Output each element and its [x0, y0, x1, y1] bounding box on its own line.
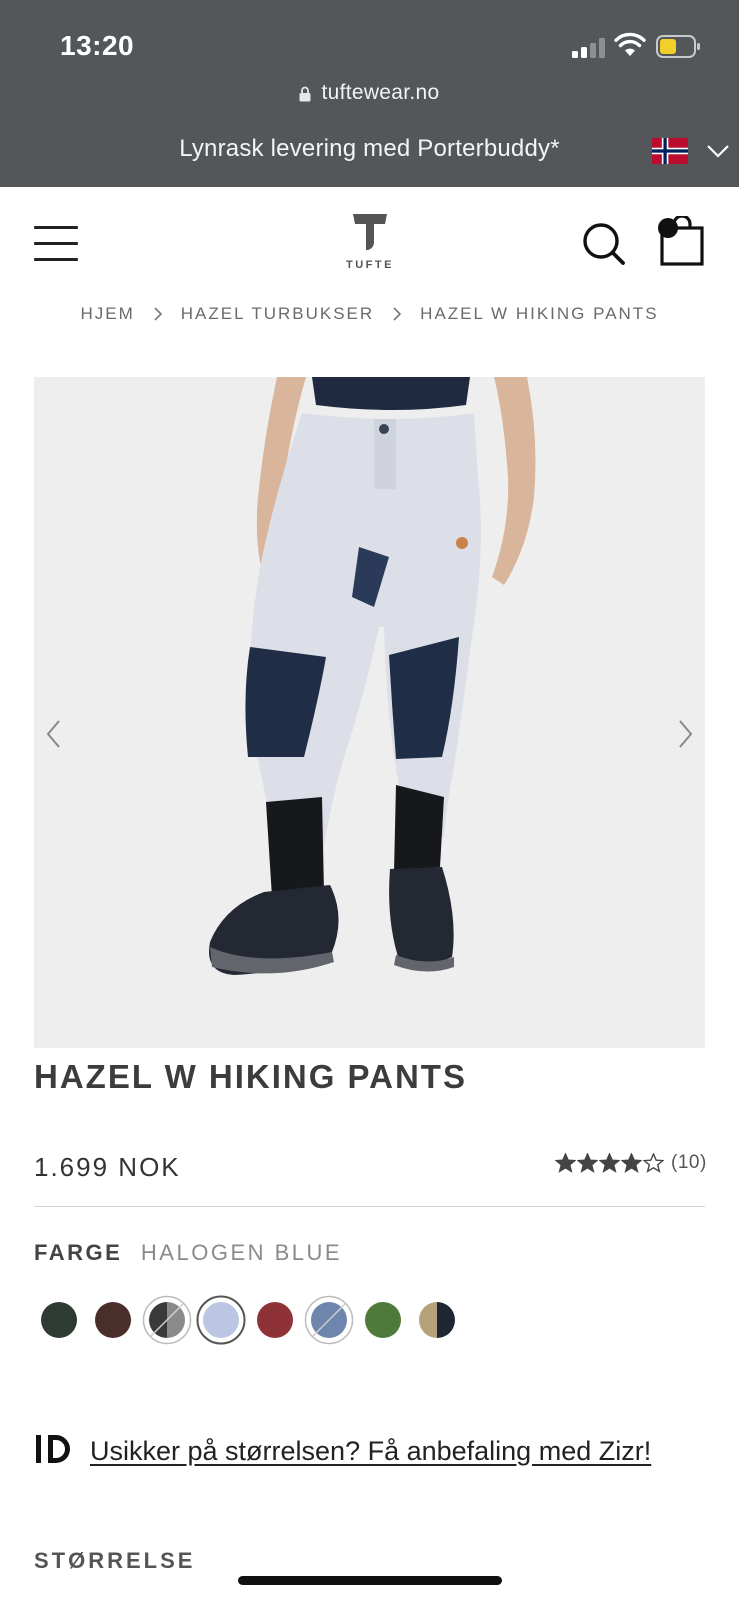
color-swatch[interactable]: [142, 1295, 192, 1345]
color-selector-label: FARGE HALOGEN BLUE: [34, 1240, 342, 1266]
logo-text: TUFTE: [346, 259, 394, 271]
gallery-next-arrow-icon[interactable]: [675, 718, 695, 750]
product-image-gallery[interactable]: [34, 377, 705, 1048]
color-swatch[interactable]: [88, 1295, 138, 1345]
product-rating[interactable]: (10): [555, 1152, 707, 1174]
home-indicator: [238, 1576, 502, 1585]
breadcrumb: HJEM HAZEL TURBUKSER HAZEL W HIKING PANT…: [0, 304, 739, 324]
zizr-logo-icon: [36, 1435, 70, 1463]
chevron-down-icon[interactable]: [706, 143, 730, 159]
tufte-logo[interactable]: TUFTE: [340, 212, 400, 276]
lock-icon: [299, 86, 311, 102]
star-filled-icon: [599, 1153, 620, 1173]
chevron-right-icon: [393, 307, 402, 321]
gallery-prev-arrow-icon[interactable]: [44, 718, 64, 750]
product-image: [209, 377, 536, 975]
hamburger-menu-icon[interactable]: [34, 226, 78, 262]
breadcrumb-current[interactable]: HAZEL W HIKING PANTS: [420, 304, 658, 324]
size-label: STØRRELSE: [34, 1548, 196, 1573]
star-filled-icon: [621, 1153, 642, 1173]
breadcrumb-home[interactable]: HJEM: [80, 304, 134, 324]
color-swatches: [34, 1295, 474, 1345]
product-brand: HAZEL: [34, 1058, 154, 1095]
browser-chrome: 13:20 tuftewear.no Lynrask levering med …: [0, 0, 739, 187]
norway-flag-icon[interactable]: [652, 137, 688, 165]
product-title: HAZEL W HIKING PANTS: [34, 1058, 467, 1096]
battery-icon: [656, 35, 700, 58]
color-swatch[interactable]: [250, 1295, 300, 1345]
star-empty-icon: [643, 1153, 664, 1173]
wifi-icon: [614, 32, 646, 56]
shopping-bag-icon[interactable]: [652, 216, 704, 266]
url-text: tuftewear.no: [321, 81, 440, 104]
status-time: 13:20: [60, 30, 135, 61]
breadcrumb-category[interactable]: HAZEL TURBUKSER: [181, 304, 374, 324]
divider: [34, 1206, 705, 1207]
color-selected-value: HALOGEN BLUE: [140, 1240, 343, 1265]
star-filled-icon: [577, 1153, 598, 1173]
address-bar[interactable]: tuftewear.no: [0, 78, 739, 108]
review-count: (10): [671, 1152, 707, 1173]
product-price: 1.699 NOK: [34, 1152, 181, 1182]
star-filled-icon: [555, 1153, 576, 1173]
search-icon[interactable]: [582, 222, 626, 266]
promo-banner-text: Lynrask levering med Porterbuddy*: [179, 135, 560, 162]
chevron-right-icon: [154, 307, 162, 321]
color-swatch[interactable]: [358, 1295, 408, 1345]
color-swatch[interactable]: [196, 1295, 246, 1345]
cellular-signal-icon: [572, 36, 606, 58]
zizr-size-recommendation-link[interactable]: Usikker på størrelsen? Få anbefaling med…: [90, 1436, 651, 1466]
color-label: FARGE: [34, 1240, 123, 1265]
size-help: Usikker på størrelsen? Få anbefaling med…: [34, 1428, 694, 1474]
color-swatch[interactable]: [34, 1295, 84, 1345]
color-swatch[interactable]: [412, 1295, 462, 1345]
logo-mark-icon: [353, 214, 387, 250]
color-swatch[interactable]: [304, 1295, 354, 1345]
product-name: W HIKING PANTS: [164, 1058, 467, 1095]
